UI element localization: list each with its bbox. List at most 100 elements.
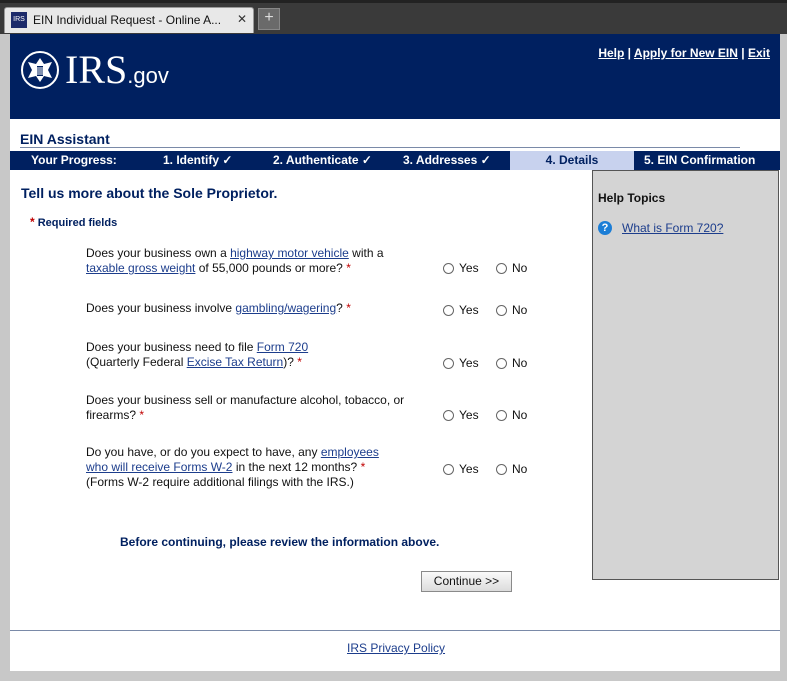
radio-circle[interactable] xyxy=(443,305,454,316)
help-topics-panel: Help Topics ? What is Form 720? xyxy=(592,170,779,580)
step-addresses: 3. Addresses ✓ xyxy=(403,151,491,170)
review-note: Before continuing, please review the inf… xyxy=(120,535,440,549)
q1-text: Does your business own a xyxy=(86,246,231,260)
required-star: * xyxy=(30,215,35,229)
q5-yes-radio[interactable]: Yes xyxy=(443,462,479,476)
irs-favicon-icon: IRS xyxy=(11,12,27,28)
yes-label: Yes xyxy=(459,408,479,422)
no-label: No xyxy=(512,356,528,370)
help-topics-title: Help Topics xyxy=(598,191,666,205)
assistant-title: EIN Assistant xyxy=(20,131,110,147)
gambling-wagering-link[interactable]: gambling/wagering xyxy=(235,301,336,315)
forms-w2-link[interactable]: who will receive Forms W-2 xyxy=(86,460,232,474)
link-separator: | xyxy=(741,46,745,60)
checkmark-icon: ✓ xyxy=(480,153,491,167)
irs-logo-text: IRS.gov xyxy=(65,48,169,98)
q2-no-radio[interactable]: No xyxy=(496,303,527,317)
required-star: * xyxy=(139,408,145,422)
yes-label: Yes xyxy=(459,303,479,317)
radio-circle[interactable] xyxy=(496,464,507,475)
step-ein-confirmation: 5. EIN Confirmation xyxy=(644,153,756,167)
excise-tax-return-link[interactable]: Excise Tax Return xyxy=(187,355,284,369)
required-star: * xyxy=(360,460,366,474)
no-label: No xyxy=(512,303,528,317)
required-label: Required fields xyxy=(37,217,118,229)
radio-circle[interactable] xyxy=(496,305,507,316)
top-links: Help | Apply for New EIN | Exit xyxy=(598,46,770,60)
close-tab-icon[interactable]: ✕ xyxy=(237,12,247,26)
question-form-720: Does your business need to file Form 720… xyxy=(86,340,426,370)
yes-label: Yes xyxy=(459,261,479,275)
q5-text-post: in the next 12 months? xyxy=(232,460,358,474)
footer-divider xyxy=(10,630,780,631)
yes-label: Yes xyxy=(459,462,479,476)
question-highway-vehicle: Does your business own a highway motor v… xyxy=(86,246,426,276)
q3-no-radio[interactable]: No xyxy=(496,356,527,370)
form-title: Tell us more about the Sole Proprietor. xyxy=(21,185,278,201)
browser-tab-bar: IRS EIN Individual Request - Online A...… xyxy=(0,0,787,34)
q5-text: Do you have, or do you expect to have, a… xyxy=(86,445,321,459)
irs-header: IRS.gov Help | Apply for New EIN | Exit xyxy=(10,34,780,119)
question-mark-icon[interactable]: ? xyxy=(598,221,612,235)
q1-text-post: of 55,000 pounds or more? xyxy=(195,261,343,275)
q2-text: Does your business involve xyxy=(86,301,236,315)
q3-text: Does your business need to file xyxy=(86,340,257,354)
title-divider xyxy=(20,147,740,148)
employees-link[interactable]: employees xyxy=(321,445,379,459)
link-separator: | xyxy=(627,46,632,60)
q1-no-radio[interactable]: No xyxy=(496,261,527,275)
radio-circle[interactable] xyxy=(443,464,454,475)
q1-text-mid: with a xyxy=(348,246,384,260)
q4-no-radio[interactable]: No xyxy=(496,408,527,422)
required-star: * xyxy=(297,355,302,369)
what-is-form-720-link[interactable]: What is Form 720? xyxy=(622,221,723,235)
q4-text: Does your business sell or manufacture a… xyxy=(86,393,405,422)
question-employees-w2: Do you have, or do you expect to have, a… xyxy=(86,445,426,490)
logo-main: IRS xyxy=(65,47,128,92)
q1-yes-radio[interactable]: Yes xyxy=(443,261,479,275)
q4-yes-radio[interactable]: Yes xyxy=(443,408,479,422)
radio-circle[interactable] xyxy=(443,358,454,369)
radio-circle[interactable] xyxy=(443,263,454,274)
no-label: No xyxy=(512,408,528,422)
question-gambling: Does your business involve gambling/wage… xyxy=(86,301,426,316)
radio-circle[interactable] xyxy=(496,263,507,274)
radio-circle[interactable] xyxy=(496,410,507,421)
required-star: * xyxy=(346,301,351,315)
step-authenticate: 2. Authenticate ✓ xyxy=(273,151,372,170)
logo-suffix: .gov xyxy=(127,63,169,88)
question-alcohol-tobacco-firearms: Does your business sell or manufacture a… xyxy=(86,393,426,423)
radio-circle[interactable] xyxy=(496,358,507,369)
new-tab-button[interactable]: + xyxy=(258,8,280,30)
checkmark-icon: ✓ xyxy=(361,153,372,167)
progress-bar: Your Progress: 1. Identify ✓ 2. Authenti… xyxy=(10,151,780,170)
step-identify: 1. Identify ✓ xyxy=(163,151,232,170)
page: IRS.gov Help | Apply for New EIN | Exit … xyxy=(10,34,780,671)
yes-label: Yes xyxy=(459,356,479,370)
taxable-gross-weight-link[interactable]: taxable gross weight xyxy=(86,261,195,275)
form-720-link[interactable]: Form 720 xyxy=(257,340,308,354)
privacy-policy-link[interactable]: IRS Privacy Policy xyxy=(347,641,445,655)
no-label: No xyxy=(512,462,528,476)
tab-title: EIN Individual Request - Online A... xyxy=(33,13,222,27)
q3-text-line2: (Quarterly Federal xyxy=(86,355,187,369)
browser-tab[interactable]: IRS EIN Individual Request - Online A...… xyxy=(4,7,254,33)
continue-button[interactable]: Continue >> xyxy=(421,571,512,592)
required-fields-note: * Required fields xyxy=(30,215,117,229)
q3-yes-radio[interactable]: Yes xyxy=(443,356,479,370)
q2-yes-radio[interactable]: Yes xyxy=(443,303,479,317)
checkmark-icon: ✓ xyxy=(222,153,233,167)
irs-eagle-logo-icon xyxy=(21,51,59,89)
apply-new-ein-link[interactable]: Apply for New EIN xyxy=(634,46,738,60)
step-label: 1. Identify xyxy=(163,153,220,167)
q2-text-post: ? xyxy=(336,301,343,315)
q5-no-radio[interactable]: No xyxy=(496,462,527,476)
required-star: * xyxy=(346,261,351,275)
exit-link[interactable]: Exit xyxy=(748,46,770,60)
q5-note: (Forms W-2 require additional filings wi… xyxy=(86,475,354,489)
progress-label: Your Progress: xyxy=(31,153,117,167)
radio-circle[interactable] xyxy=(443,410,454,421)
step-label: 3. Addresses xyxy=(403,153,478,167)
help-link[interactable]: Help xyxy=(598,46,624,60)
highway-motor-vehicle-link[interactable]: highway motor vehicle xyxy=(230,246,349,260)
